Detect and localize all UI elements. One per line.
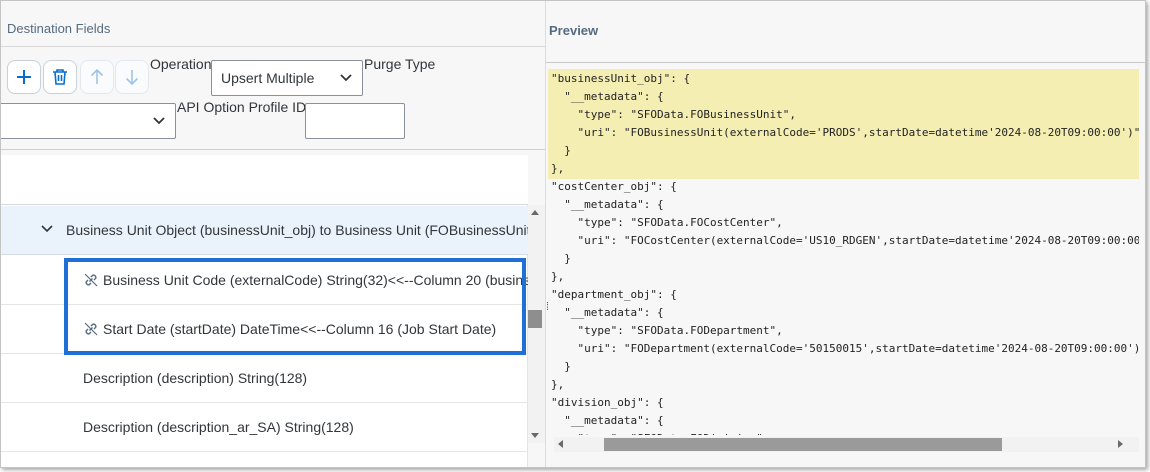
json-line: }, [551,162,565,175]
json-line: "division_obj": { [551,396,664,409]
trash-icon [53,69,67,85]
table-header [1,155,528,205]
table-row[interactable]: Description (description_ar_SA) String(1… [1,403,528,452]
scroll-left-arrow-icon[interactable] [556,439,564,449]
table-body: Business Unit Object (businessUnit_obj) … [1,155,528,467]
field-toolbar: Operation Upsert Multiple Purge Type API… [1,48,545,150]
preview-panel: Preview "businessUnit_obj": { "__metadat… [545,1,1145,467]
destination-fields-title: Destination Fields [7,21,111,36]
purge-type-select[interactable] [1,103,176,139]
json-line: "__metadata": { [551,414,664,427]
table-row[interactable]: Description (description) String(128) [1,354,528,403]
selection-highlight-box [64,258,526,355]
chevron-down-icon[interactable] [41,224,53,234]
json-line: }, [551,270,565,283]
field-mapping-table: Business Unit Object (businessUnit_obj) … [1,151,545,467]
delete-field-button[interactable] [43,60,77,94]
json-line: } [551,144,571,157]
arrow-up-icon [90,68,104,84]
scroll-up-arrow-icon[interactable] [530,208,540,216]
preview-header: Preview [546,1,1145,63]
json-line: "uri": "FOBusinessUnit(externalCode='PRO… [551,126,1139,139]
move-down-button[interactable] [115,60,149,94]
add-field-button[interactable] [7,60,41,94]
scroll-right-arrow-icon[interactable] [1117,439,1125,449]
json-line: "costCenter_obj": { [551,180,677,193]
json-line: "__metadata": { [551,306,664,319]
horizontal-scrollbar[interactable] [554,435,1139,455]
json-line: "__metadata": { [551,198,664,211]
row-label: Description (description) String(128) [83,370,308,386]
json-line: "__metadata": { [551,90,664,103]
json-line: "type": "SFOData.FOCostCenter", [551,216,783,229]
api-option-profile-input[interactable] [305,103,405,139]
json-line: } [551,252,571,265]
table-row-group[interactable]: Business Unit Object (businessUnit_obj) … [1,206,528,255]
json-code: "businessUnit_obj": { "__metadata": { "t… [551,70,1139,435]
splitter-grip-icon[interactable]: ⁞ [546,301,549,313]
vertical-scroll-thumb[interactable] [528,310,542,328]
operation-value: Upsert Multiple [221,70,315,86]
chevron-down-icon [340,74,352,82]
preview-title: Preview [549,23,599,38]
json-line: "uri": "FODepartment(externalCode='50150… [551,342,1139,355]
vertical-scrollbar[interactable] [528,205,545,443]
json-line: "uri": "FOCostCenter(externalCode='US10_… [551,234,1139,247]
move-up-button[interactable] [80,60,114,94]
json-preview: "businessUnit_obj": { "__metadata": { "t… [546,67,1139,435]
json-line: "type": "SFOData.FOBusinessUnit", [551,108,797,121]
chevron-down-icon [153,117,165,125]
purge-type-label: Purge Type [364,56,436,72]
arrow-down-icon [125,70,139,86]
operation-label: Operation [150,56,212,72]
json-line: } [551,360,571,373]
scroll-down-arrow-icon[interactable] [530,432,540,440]
json-line: "businessUnit_obj": { [551,72,691,85]
json-line: "type": "SFOData.FODepartment", [551,324,783,337]
destination-fields-panel: Destination Fields Operation Upsert Mult… [1,1,545,467]
api-option-profile-label: API Option Profile ID [177,99,307,115]
row-label: Description (description_ar_SA) String(1… [83,419,354,435]
operation-select[interactable]: Upsert Multiple [211,60,363,96]
group-row-label: Business Unit Object (businessUnit_obj) … [66,222,528,238]
plus-icon [17,70,31,84]
horizontal-scroll-thumb[interactable] [604,438,1002,451]
destination-fields-header: Destination Fields [1,1,545,47]
json-line: "department_obj": { [551,288,677,301]
json-line: }, [551,378,565,391]
app-window: Destination Fields Operation Upsert Mult… [0,0,1146,468]
